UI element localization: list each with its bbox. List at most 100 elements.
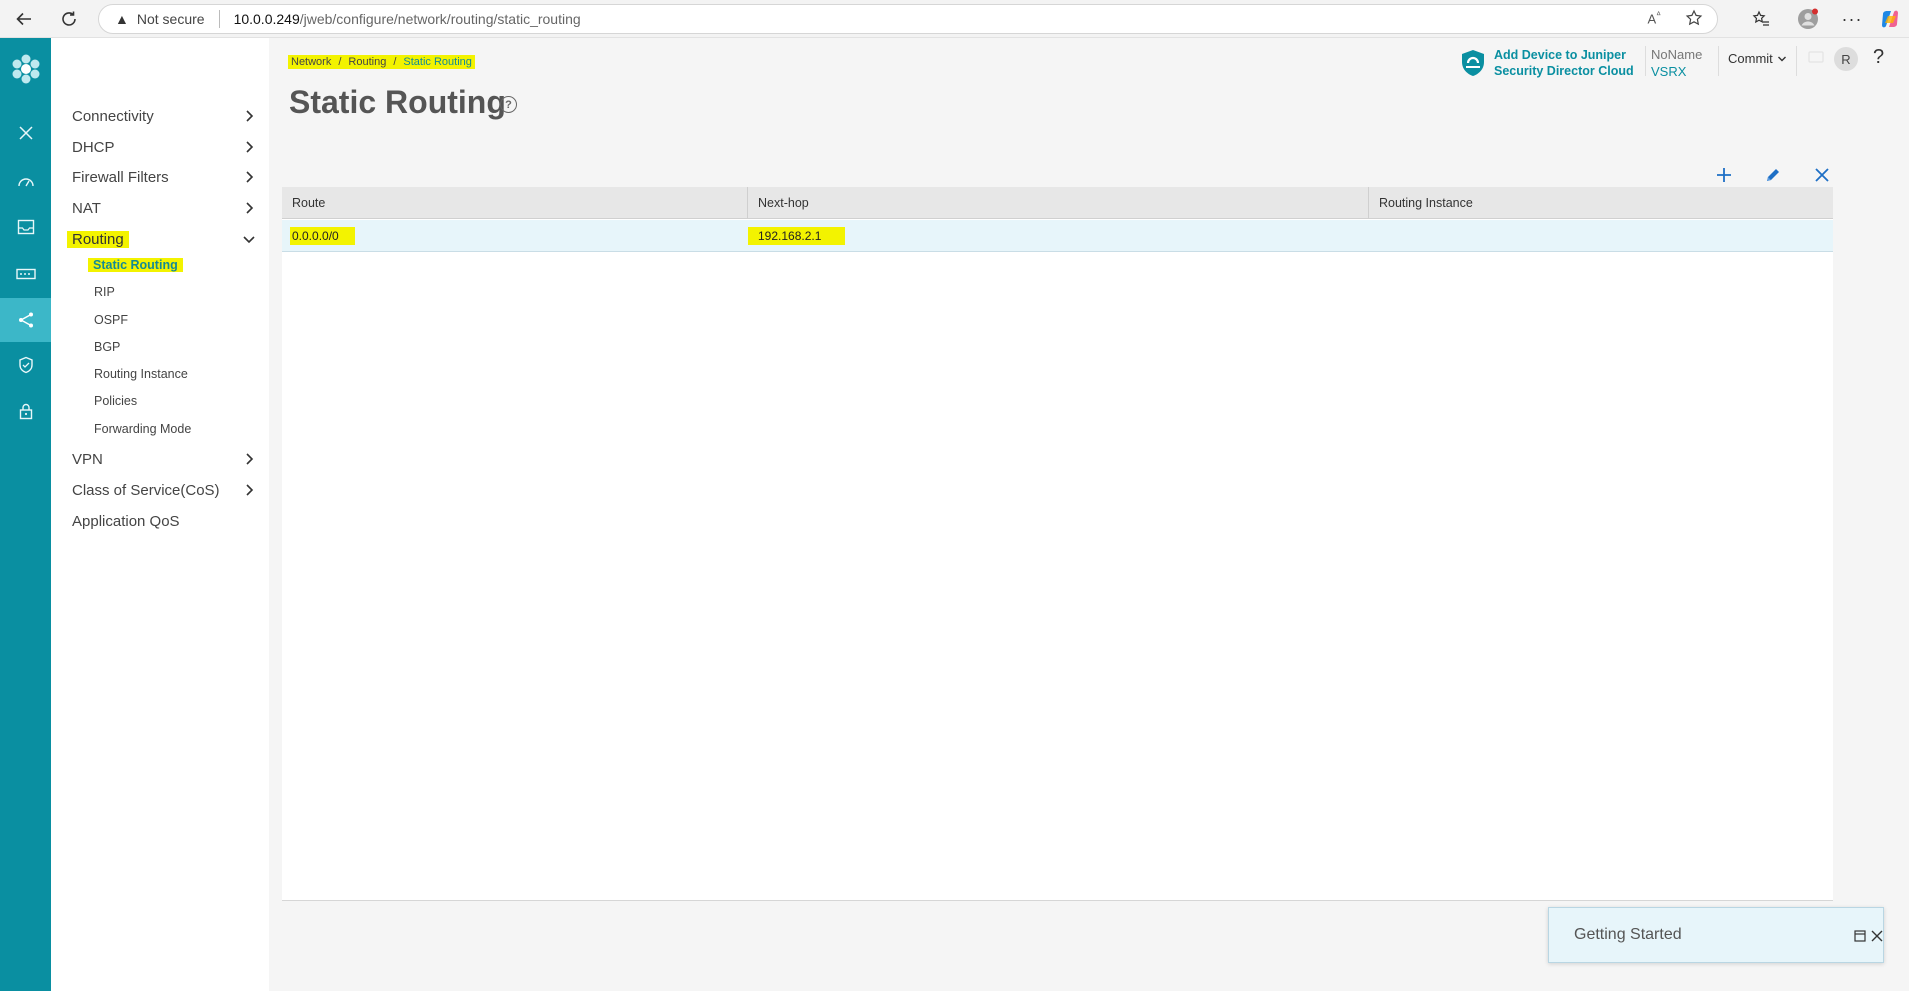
read-aloud-icon[interactable]: Aᐞ bbox=[1647, 10, 1661, 26]
column-header-next-hop[interactable]: Next-hop bbox=[748, 187, 1369, 219]
subnav-sub-bgp[interactable]: BGP bbox=[94, 337, 120, 357]
subnav-sub-static-routing[interactable]: Static Routing bbox=[88, 255, 183, 275]
subnav-item-application-qos[interactable]: Application QoS bbox=[72, 509, 256, 533]
commit-dropdown[interactable]: Commit bbox=[1728, 51, 1787, 66]
breadcrumb-network[interactable]: Network bbox=[291, 56, 331, 68]
rail-close-button[interactable] bbox=[0, 111, 51, 155]
add-to-sd-cloud-link[interactable]: Add Device to Juniper Security Director … bbox=[1460, 46, 1648, 80]
subnav-item-firewall-filters[interactable]: Firewall Filters bbox=[72, 165, 256, 189]
subnav-item-connectivity[interactable]: Connectivity bbox=[72, 104, 256, 128]
chevron-right-icon bbox=[246, 141, 254, 153]
juniper-logo-icon[interactable] bbox=[9, 52, 43, 86]
chevron-right-icon bbox=[246, 110, 254, 122]
help-circle-icon[interactable]: ? bbox=[500, 96, 517, 113]
address-bar[interactable]: ▲ Not secure 10.0.0.249/jweb/configure/n… bbox=[98, 4, 1718, 34]
close-icon bbox=[1871, 930, 1883, 942]
subnav-item-routing[interactable]: Routing bbox=[67, 227, 256, 251]
rail-item-monitor[interactable] bbox=[0, 205, 51, 249]
subnav-item-nat[interactable]: NAT bbox=[72, 196, 256, 220]
subnav-sub-rip[interactable]: RIP bbox=[94, 282, 115, 302]
chevron-right-icon bbox=[246, 453, 254, 465]
lock-icon bbox=[19, 403, 32, 420]
maximize-button[interactable] bbox=[1852, 928, 1868, 944]
pencil-icon bbox=[1767, 169, 1779, 181]
reload-icon bbox=[62, 11, 76, 26]
cell-route-value: 0.0.0.0/0 bbox=[290, 227, 355, 245]
breadcrumb: Network / Routing / Static Routing bbox=[288, 55, 475, 69]
device-icon bbox=[15, 268, 36, 280]
delete-route-button[interactable] bbox=[1810, 163, 1834, 187]
breadcrumb-routing[interactable]: Routing bbox=[348, 56, 386, 68]
device-info: NoName VSRX bbox=[1651, 46, 1702, 80]
network-subnav: Connectivity DHCP Firewall Filters NAT R… bbox=[51, 38, 269, 991]
close-icon bbox=[18, 126, 33, 140]
rail-item-dashboard[interactable] bbox=[0, 159, 51, 203]
table-row[interactable]: 0.0.0.0/0 192.168.2.1 bbox=[282, 220, 1833, 252]
profile-avatar-icon bbox=[1798, 8, 1818, 29]
subnav-sub-forwarding-mode[interactable]: Forwarding Mode bbox=[94, 419, 191, 439]
subnav-sub-policies[interactable]: Policies bbox=[94, 391, 137, 411]
reload-button[interactable] bbox=[55, 5, 83, 33]
chevron-right-icon bbox=[246, 484, 254, 496]
address-divider bbox=[218, 10, 220, 28]
shield-icon bbox=[18, 356, 33, 374]
subnav-sub-routing-instance[interactable]: Routing Instance bbox=[94, 364, 188, 384]
breadcrumb-separator: / bbox=[393, 56, 397, 68]
cell-next-hop: 192.168.2.1 bbox=[748, 220, 846, 252]
rail-item-device[interactable] bbox=[0, 252, 51, 296]
column-header-routing-instance[interactable]: Routing Instance bbox=[1369, 187, 1833, 219]
close-getting-started-button[interactable] bbox=[1869, 928, 1885, 944]
subnav-item-label: Routing bbox=[67, 230, 129, 248]
rail-item-lock[interactable] bbox=[0, 389, 51, 433]
subnav-sub-ospf[interactable]: OSPF bbox=[94, 310, 128, 330]
warning-icon: ▲ bbox=[115, 11, 129, 27]
profile-button[interactable] bbox=[1794, 5, 1822, 33]
rail-item-network[interactable] bbox=[0, 298, 51, 342]
chevron-down-icon bbox=[1777, 56, 1786, 61]
gauge-icon bbox=[17, 178, 34, 187]
cell-next-hop-value: 192.168.2.1 bbox=[748, 227, 846, 245]
address-actions: Aᐞ bbox=[1647, 9, 1703, 27]
subnav-item-dhcp[interactable]: DHCP bbox=[72, 135, 256, 159]
arrow-left-icon bbox=[16, 12, 31, 26]
rail-item-security[interactable] bbox=[0, 343, 51, 387]
subnav-item-vpn[interactable]: VPN bbox=[72, 447, 256, 471]
cell-route: 0.0.0.0/0 bbox=[290, 220, 355, 252]
device-model: VSRX bbox=[1651, 64, 1687, 79]
close-icon bbox=[1815, 168, 1829, 182]
star-icon[interactable] bbox=[1685, 9, 1703, 27]
add-route-button[interactable] bbox=[1712, 163, 1736, 187]
maximize-icon bbox=[1854, 930, 1866, 942]
sd-cloud-line1: Add Device to Juniper bbox=[1494, 48, 1626, 62]
help-button[interactable]: ? bbox=[1873, 46, 1884, 69]
subnav-item-label: Class of Service(CoS) bbox=[72, 481, 220, 499]
icon-rail bbox=[0, 38, 51, 991]
device-name: NoName bbox=[1651, 47, 1703, 62]
copilot-button[interactable] bbox=[1876, 5, 1904, 33]
column-header-route[interactable]: Route bbox=[282, 187, 748, 219]
sd-cloud-line2: Security Director Cloud bbox=[1494, 64, 1634, 78]
edit-route-button[interactable] bbox=[1761, 163, 1785, 187]
plus-icon bbox=[1717, 168, 1731, 182]
browser-toolbar: ▲ Not secure 10.0.0.249/jweb/configure/n… bbox=[0, 0, 1909, 38]
breadcrumb-separator: / bbox=[338, 56, 342, 68]
header-divider bbox=[1645, 46, 1646, 76]
notification-icon[interactable] bbox=[1808, 51, 1824, 70]
chevron-right-icon bbox=[246, 202, 254, 214]
header-divider bbox=[1718, 46, 1719, 76]
favorites-button[interactable] bbox=[1747, 5, 1775, 33]
subnav-item-label: Firewall Filters bbox=[72, 168, 169, 186]
breadcrumb-static-routing: Static Routing bbox=[403, 56, 472, 68]
back-button[interactable] bbox=[10, 5, 38, 33]
chevron-down-icon bbox=[243, 236, 255, 244]
more-menu-button[interactable]: ··· bbox=[1838, 5, 1866, 33]
subnav-item-label: DHCP bbox=[72, 138, 115, 156]
url-path: /jweb/configure/network/routing/static_r… bbox=[299, 11, 581, 27]
url-host: 10.0.0.249 bbox=[233, 11, 300, 27]
monitor-icon bbox=[17, 219, 34, 235]
page-title: Static Routing bbox=[289, 84, 506, 120]
subnav-item-cos[interactable]: Class of Service(CoS) bbox=[72, 478, 256, 502]
user-avatar[interactable]: R bbox=[1834, 47, 1858, 71]
favorites-icon bbox=[1752, 10, 1769, 26]
getting-started-panel[interactable]: Getting Started bbox=[1548, 907, 1884, 963]
